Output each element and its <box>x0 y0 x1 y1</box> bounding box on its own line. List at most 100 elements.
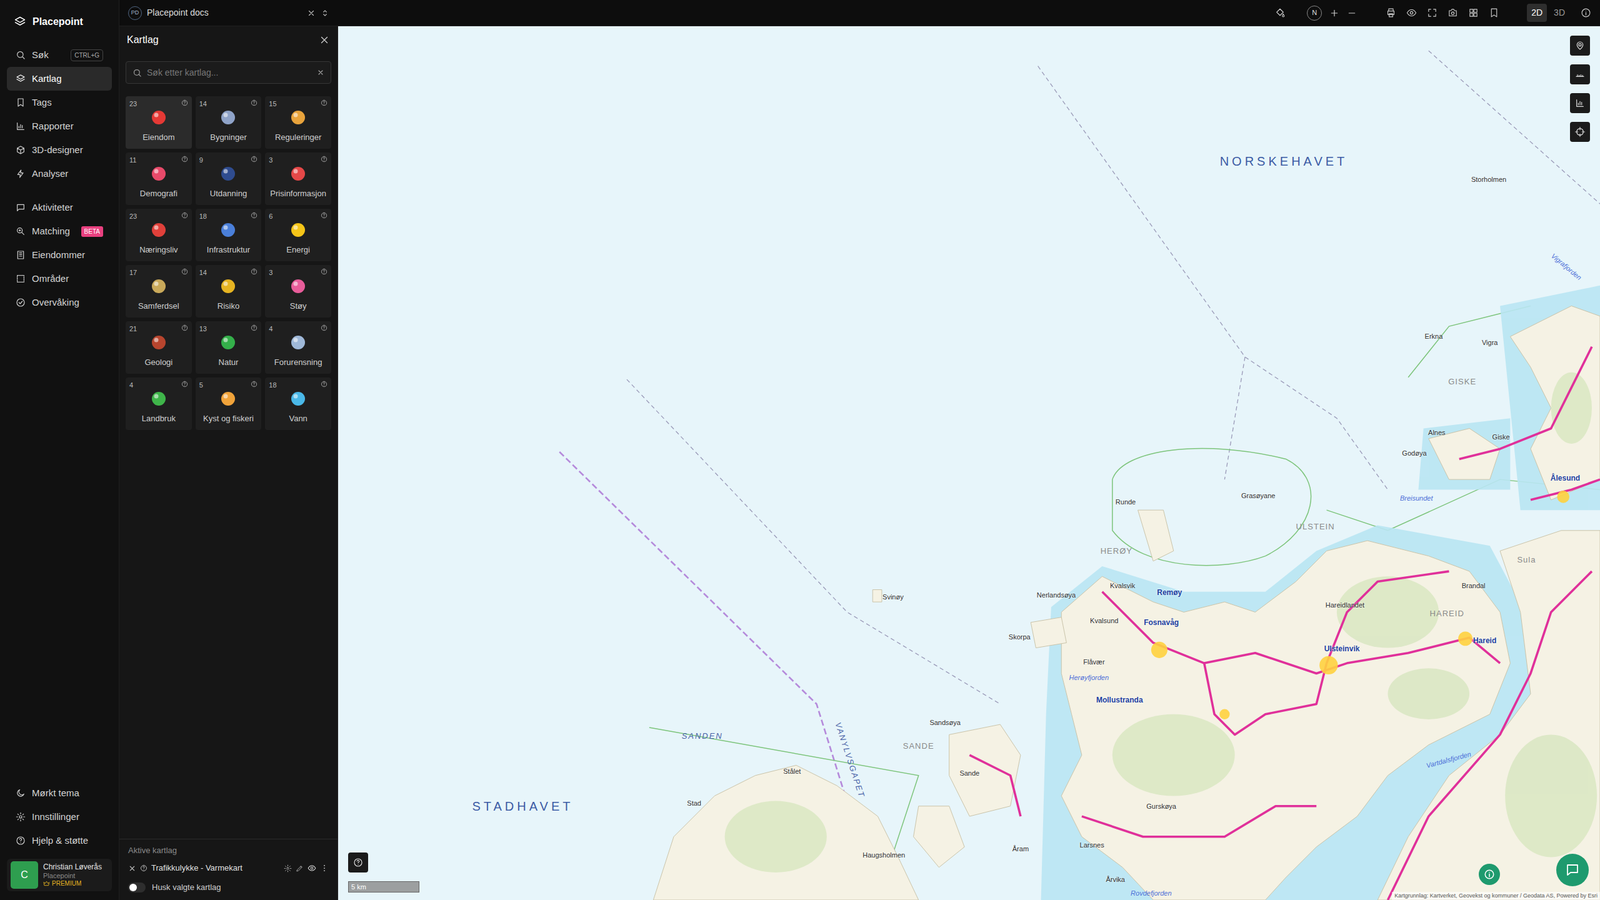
nav-footer: Mørkt temaInnstillinger Hjelp & støtte <box>0 781 119 853</box>
sidebar-item[interactable]: Rapporter <box>6 114 112 139</box>
camera-icon[interactable] <box>1447 7 1459 19</box>
zoom-out-icon[interactable] <box>1346 8 1357 19</box>
category-tile[interactable]: 17Samferdsel <box>125 265 192 318</box>
close-icon[interactable] <box>306 8 316 18</box>
info-icon[interactable] <box>181 211 189 219</box>
category-tile[interactable]: 5Kyst og fiskeri <box>195 377 262 430</box>
category-tile[interactable]: 6Energi <box>265 208 332 262</box>
map-help-button[interactable] <box>348 852 369 873</box>
view-mode-button[interactable]: 2D <box>1526 3 1547 22</box>
map-label: NORSKEHAVET <box>1220 155 1349 168</box>
layer-search <box>125 61 332 84</box>
info-icon[interactable] <box>250 155 258 163</box>
paint-bucket-icon[interactable] <box>1274 7 1286 19</box>
remember-toggle[interactable] <box>128 882 146 893</box>
updown-icon[interactable] <box>320 8 330 18</box>
chat-button[interactable] <box>1556 853 1589 887</box>
map-label: Giske <box>1492 433 1510 440</box>
sidebar-item[interactable]: Overvåking <box>6 290 112 315</box>
layer-search-input[interactable] <box>146 66 312 80</box>
info-icon[interactable] <box>250 211 258 219</box>
category-label: Samferdsel <box>138 300 180 313</box>
category-tile[interactable]: 13Natur <box>195 321 262 374</box>
info-icon[interactable] <box>250 324 258 332</box>
info-icon[interactable] <box>250 99 258 107</box>
category-tile[interactable]: 4Landbruk <box>125 377 192 430</box>
edit-icon[interactable] <box>295 864 304 873</box>
category-count: 3 <box>268 155 273 166</box>
bookmark-icon[interactable] <box>1488 7 1500 19</box>
category-tile[interactable]: 23Eiendom <box>125 96 192 149</box>
category-label: Natur <box>218 356 239 369</box>
info-icon[interactable] <box>250 268 258 275</box>
category-tile[interactable]: 3Støy <box>265 265 332 318</box>
category-tile[interactable]: 21Geologi <box>125 321 192 374</box>
sidebar-item[interactable]: Analyser <box>6 161 112 186</box>
info-icon[interactable] <box>181 99 189 107</box>
sidebar-item[interactable]: Områder <box>6 266 112 291</box>
category-tile[interactable]: 15Reguleringer <box>265 96 332 149</box>
sidebar-item[interactable]: Aktiviteter <box>6 195 112 220</box>
compass-button[interactable]: N <box>1306 5 1322 21</box>
app-name: Placepoint <box>32 14 84 30</box>
info-icon[interactable] <box>320 380 328 388</box>
sidebar-item[interactable]: Innstillinger <box>6 805 112 829</box>
info-icon[interactable] <box>181 324 189 332</box>
map[interactable]: NORSKEHAVETSTADHAVETSANDENVANYLVSGAPETSt… <box>338 26 1600 900</box>
fullscreen-icon[interactable] <box>1426 7 1438 19</box>
info-icon[interactable] <box>320 211 328 219</box>
info-icon[interactable] <box>181 268 189 275</box>
eye-icon[interactable] <box>307 863 317 873</box>
chart-icon <box>1575 98 1585 109</box>
grid-icon[interactable] <box>1468 7 1479 19</box>
info-icon[interactable] <box>250 380 258 388</box>
category-tile[interactable]: 3Prisinformasjon <box>265 152 332 205</box>
map-tool-button[interactable] <box>1570 121 1590 142</box>
remove-icon[interactable] <box>128 864 137 873</box>
category-tile[interactable]: 4Forurensning <box>265 321 332 374</box>
info-icon[interactable] <box>320 99 328 107</box>
category-tile[interactable]: 23Næringsliv <box>125 208 192 262</box>
info-icon[interactable] <box>1580 7 1592 19</box>
map-tool-button[interactable] <box>1570 64 1590 85</box>
category-count: 21 <box>129 323 137 335</box>
map-tool-button[interactable] <box>1570 35 1590 56</box>
category-icon <box>149 276 169 296</box>
document-tab[interactable]: PDPlacepoint docs <box>119 0 339 26</box>
print-icon[interactable] <box>1385 7 1397 19</box>
zoom-in-icon[interactable] <box>1329 8 1340 19</box>
map-info-button[interactable] <box>1478 863 1500 885</box>
view-mode-button[interactable]: 3D <box>1549 3 1570 22</box>
category-count: 18 <box>199 211 207 222</box>
map-label: Sandsøya <box>929 718 961 726</box>
sidebar-item[interactable]: Hjelp & støtte <box>6 828 112 853</box>
sidebar-item[interactable]: SøkCTRL+G <box>6 43 112 67</box>
info-icon[interactable] <box>320 268 328 275</box>
info-icon[interactable] <box>320 155 328 163</box>
sidebar-item[interactable]: Eiendommer <box>6 243 112 267</box>
category-tile[interactable]: 14Bygninger <box>195 96 262 149</box>
category-tile[interactable]: 9Utdanning <box>195 152 262 205</box>
sidebar-item[interactable]: Tags <box>6 90 112 115</box>
sidebar-item[interactable]: Kartlag <box>6 66 112 91</box>
category-tile[interactable]: 14Risiko <box>195 265 262 318</box>
kebab-icon[interactable] <box>320 863 329 873</box>
sidebar-item[interactable]: MatchingBETA <box>6 219 112 244</box>
category-tile[interactable]: 18Infrastruktur <box>195 208 262 262</box>
settings-icon[interactable] <box>283 864 292 873</box>
category-tile[interactable]: 18Vann <box>265 377 332 430</box>
clear-icon[interactable] <box>316 68 325 77</box>
user-card[interactable]: CChristian LøveråsPlacepointPREMIUM <box>6 858 112 892</box>
sidebar-label: Hjelp & støtte <box>31 833 89 849</box>
info-icon[interactable] <box>181 380 189 388</box>
eye-icon[interactable] <box>1406 7 1417 19</box>
close-icon[interactable] <box>318 34 330 46</box>
app-logo[interactable]: Placepoint <box>0 0 119 44</box>
category-tile[interactable]: 11Demografi <box>125 152 192 205</box>
map-tool-button[interactable] <box>1570 93 1590 114</box>
sidebar-item[interactable]: 3D-designer <box>6 138 112 162</box>
info-icon[interactable] <box>320 324 328 332</box>
info-icon[interactable] <box>181 155 189 163</box>
map-label: Hareidlandet <box>1325 601 1365 609</box>
sidebar-item[interactable]: Mørkt tema <box>6 781 112 805</box>
